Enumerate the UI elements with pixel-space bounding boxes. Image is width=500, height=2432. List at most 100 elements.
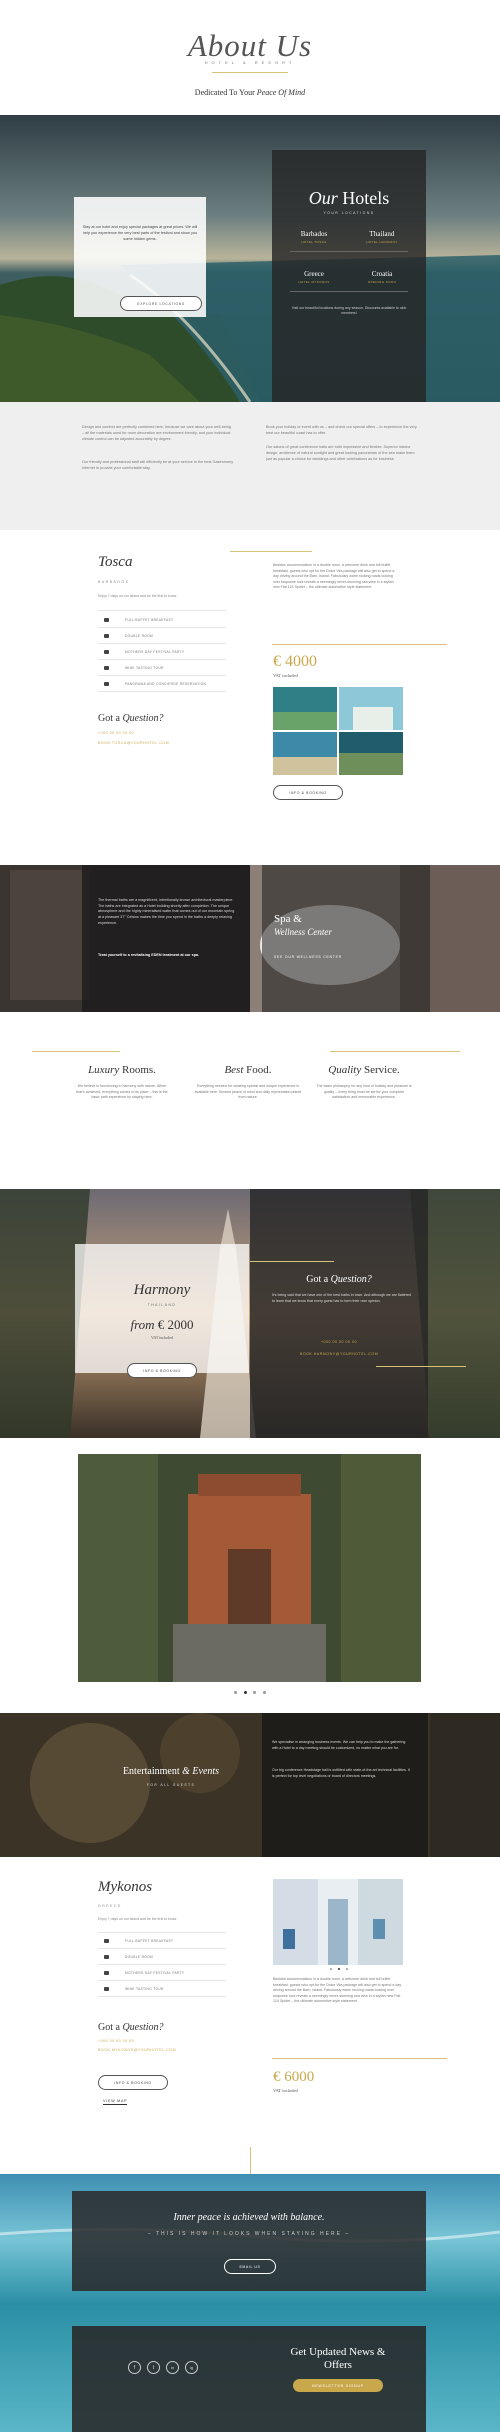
entertainment-panel (262, 1713, 428, 1857)
carousel-dots (234, 1691, 266, 1695)
amenity-divider (98, 691, 226, 692)
harmony-section: Harmony THAILAND from € 2000 VAT include… (0, 1189, 500, 1438)
entertainment-p1: We specialise in arranging business even… (272, 1740, 406, 1750)
intro-left-p1: Design and comfort are perfectly combine… (82, 425, 232, 441)
mykonos-street-image[interactable] (273, 1879, 403, 1965)
tosca-email[interactable]: BOOK.TOSCA@YOURHOTEL.COM (98, 741, 169, 745)
tosca-price-line (272, 644, 447, 645)
peace-subtitle: – THIS IS HOW IT LOOKS WHEN STAYING HERE… (147, 2231, 351, 2237)
tosca-phone[interactable]: +000 00 00 00 00 (98, 731, 134, 735)
section-vertical-line (250, 2147, 251, 2174)
wine-icon (104, 666, 109, 670)
tosca-question: Got a Question? (98, 713, 164, 724)
entertainment-section: Entertainment & Events FOR ALL GUESTS We… (0, 1713, 500, 1857)
peace-section: Inner peace is achieved with balance. – … (0, 2174, 500, 2304)
amenity-divider (98, 610, 226, 611)
tosca-booking-button[interactable]: INFO & BOOKING (273, 785, 343, 800)
harmony-price-note: VAT included (151, 1335, 173, 1340)
mykonos-carousel-dots (330, 1968, 348, 1971)
bed-icon (104, 1955, 109, 1959)
mykonos-booking-button[interactable]: INFO & BOOKING (98, 2075, 168, 2090)
location-barbados[interactable]: Barbados HOTEL TOSCA (282, 230, 346, 244)
feature-title-em: Quality (328, 1064, 362, 1076)
question-em: Question? (122, 2022, 164, 2033)
gallery-section (0, 1438, 500, 1713)
spa-title: Spa & (274, 913, 302, 925)
tosca-location: BARBADOS (98, 580, 130, 584)
amenity-item: FULL BUFFET BREAKFAST (125, 618, 174, 622)
amenity-item: FULL BUFFET BREAKFAST (125, 1939, 174, 1943)
amenity-divider (98, 1996, 226, 1997)
carousel-dot[interactable] (330, 1968, 332, 1970)
title-divider (212, 72, 288, 73)
harmony-location: THAILAND (147, 1303, 177, 1307)
carousel-dot[interactable] (234, 1691, 237, 1694)
social-icons: f t in ig (128, 2361, 198, 2375)
location-croatia[interactable]: Croatia OPENING SOON (350, 270, 414, 284)
harmony-question-line (250, 1261, 334, 1262)
feature-title-rest: Rooms. (119, 1064, 156, 1076)
feature-luxury-rooms: Luxury Rooms. We believe in functioning … (76, 1064, 168, 1101)
location-greece[interactable]: Greece HOTEL MYKONOS (282, 270, 346, 284)
hotels-panel-title: Our Hotels (272, 188, 426, 209)
linkedin-icon[interactable]: in (166, 2361, 179, 2374)
bed-icon (104, 634, 109, 638)
twitter-icon[interactable]: t (147, 2361, 160, 2374)
harmony-question: Got a Question? (250, 1274, 428, 1285)
harmony-title: Harmony (133, 1282, 191, 1298)
feature-title-rest: Service. (361, 1064, 400, 1076)
location-sub: HOTEL TOSCA (301, 240, 327, 244)
tagline-emphasis: Peace Of Mind (256, 88, 306, 97)
feature-title-rest: Food. (243, 1064, 272, 1076)
intro-left-p2: Our friendly and professional staff will… (82, 460, 234, 470)
amenity-divider (98, 643, 226, 644)
carousel-dot[interactable] (346, 1968, 348, 1970)
harmony-phone[interactable]: +000 00 00 00 00 (250, 1340, 428, 1344)
mykonos-email[interactable]: BOOK.MYKONOS@YOURHOTEL.COM (98, 2048, 176, 2052)
tosca-description: Enjoy 7 days on our island and be the fi… (98, 594, 177, 598)
price-prefix: from (130, 1317, 158, 1332)
amenity-divider (98, 675, 226, 676)
mykonos-section: Mykonos GREECE Enjoy 7 days on our islan… (0, 1857, 500, 2174)
intro-columns-section: Design and comfort are perfectly combine… (0, 402, 500, 530)
location-thailand[interactable]: Thailand HOTEL HARMONY (350, 230, 414, 244)
harmony-email[interactable]: BOOK.HARMONY@YOURHOTEL.COM (250, 1352, 428, 1356)
spa-title-panel (262, 865, 430, 1012)
feature-quality-service: Quality Service. The basic philosophy fo… (316, 1064, 412, 1101)
concierge-icon (104, 682, 109, 686)
intro-right-p1: Book your holiday or event with us – and… (266, 425, 417, 435)
hotels-panel-title-rest: Hotels (337, 188, 390, 208)
instagram-icon[interactable]: ig (185, 2361, 198, 2374)
amenity-item: MOTHERS DAY FESTIVAL PARTY (125, 1971, 185, 1975)
temple-gate-image[interactable] (78, 1454, 421, 1682)
location-name: Greece (304, 270, 324, 278)
question-prefix: Got a (306, 1274, 331, 1285)
harmony-booking-button[interactable]: INFO & BOOKING (127, 1363, 197, 1378)
hotels-panel-title-em: Our (308, 188, 338, 208)
entertainment-subtitle: FOR ALL GUESTS (146, 1783, 196, 1787)
amenity-divider (98, 1964, 226, 1965)
feature-title: Quality Service. (316, 1064, 412, 1076)
mykonos-price: € 6000 (273, 2069, 315, 2085)
mykonos-phone[interactable]: +000 00 00 00 00 (98, 2039, 134, 2043)
view-map-link[interactable]: VIEW MAP (103, 2099, 128, 2105)
amenity-divider (98, 659, 226, 660)
feature-title: Best Food. (193, 1064, 303, 1076)
carousel-dot[interactable] (253, 1691, 257, 1694)
amenity-divider (98, 1980, 226, 1981)
question-prefix: Got a (98, 2022, 123, 2033)
breakfast-icon (104, 618, 109, 622)
carousel-dot[interactable] (338, 1968, 340, 1970)
features-section: Luxury Rooms. We believe in functioning … (0, 1012, 500, 1189)
harmony-question-text: It's being said that we have one of the … (272, 1293, 411, 1303)
newsletter-signup-button[interactable]: NEWSLETTER SIGNUP (293, 2379, 383, 2392)
feature-best-food: Best Food. Everything needed for creatin… (193, 1064, 303, 1101)
carousel-dot[interactable] (243, 1691, 247, 1694)
spa-text: The thermal baths are a magnificent, int… (98, 898, 235, 925)
email-us-button[interactable]: EMAIL US (224, 2259, 276, 2274)
facebook-icon[interactable]: f (128, 2361, 141, 2374)
wellness-center-link[interactable]: SEE OUR WELLNESS CENTER (274, 955, 342, 959)
carousel-dot[interactable] (262, 1691, 266, 1694)
explore-locations-button[interactable]: EXPLORE LOCATIONS (120, 296, 202, 311)
tosca-photo-grid (273, 687, 403, 775)
